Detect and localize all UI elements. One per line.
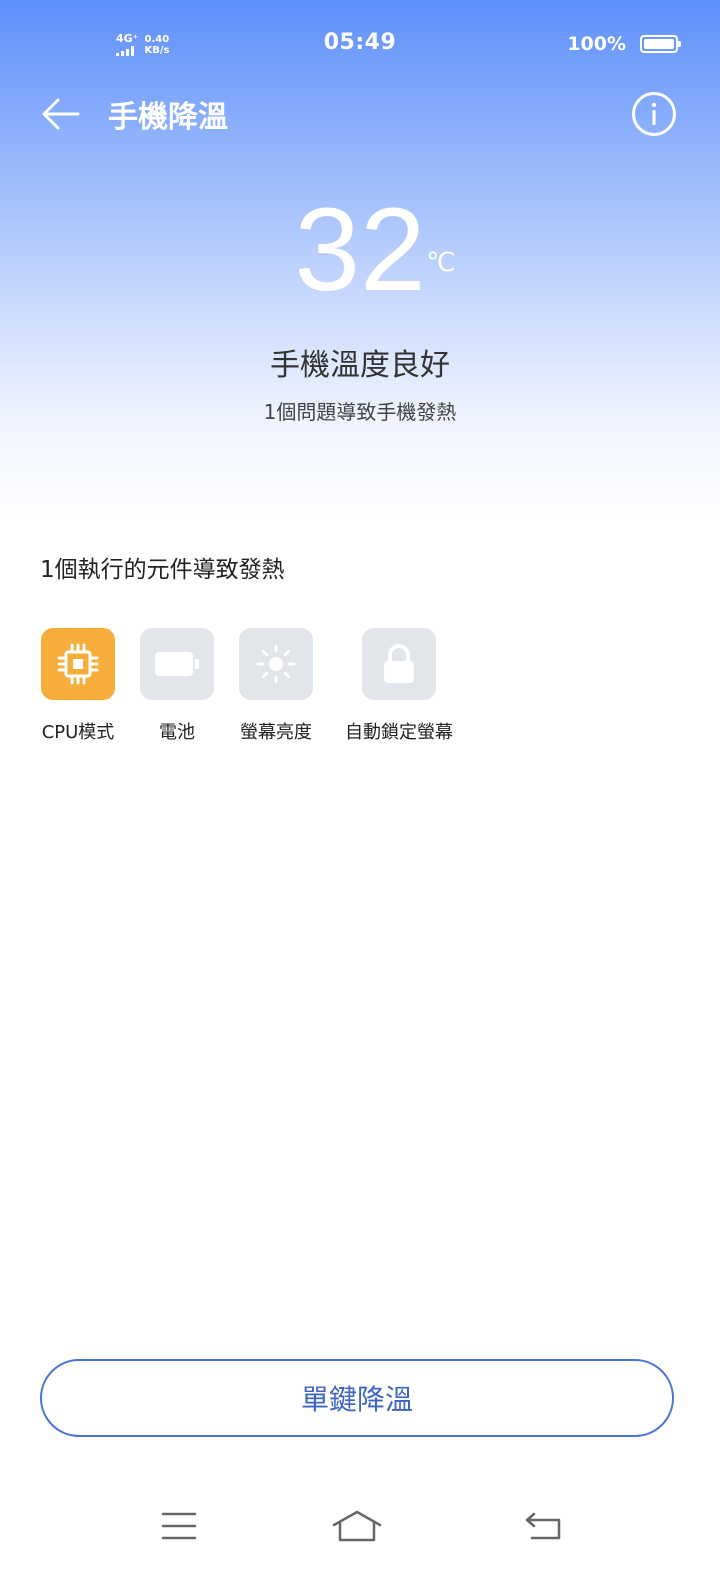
brightness-icon-tile	[239, 628, 313, 700]
temperature-value: 32 ℃	[294, 190, 455, 310]
battery-icon	[155, 652, 199, 676]
brightness-icon	[256, 644, 296, 684]
component-label: CPU模式	[41, 722, 115, 743]
battery-icon-tile	[140, 628, 214, 700]
component-list: CPU模式 電池 螢幕亮度 自動鎖定螢幕	[0, 628, 720, 758]
info-icon	[651, 102, 657, 125]
arrow-left-icon	[42, 98, 80, 130]
temperature-status: 手機溫度良好	[270, 348, 450, 383]
component-auto-lock[interactable]: 自動鎖定螢幕	[339, 628, 459, 744]
one-tap-cool-button[interactable]: 單鍵降溫	[40, 1359, 674, 1437]
back-button[interactable]	[40, 92, 88, 136]
component-label: 電池	[159, 722, 195, 743]
lock-icon	[384, 644, 414, 683]
component-label: 自動鎖定螢幕	[345, 722, 453, 743]
back-nav-button[interactable]	[514, 1504, 574, 1548]
temperature-unit: ℃	[426, 247, 456, 277]
battery-percent: 100%	[567, 33, 626, 55]
causes-title: 1個執行的元件導致發熱	[40, 557, 285, 583]
info-button[interactable]	[632, 92, 676, 136]
temperature-display: 32 ℃	[0, 190, 720, 310]
component-label: 螢幕亮度	[240, 722, 312, 743]
home-button[interactable]	[327, 1504, 387, 1548]
navigation-bar	[0, 1484, 720, 1584]
battery-status-icon	[640, 35, 681, 53]
temperature-subtitle: 1個問題導致手機發熱	[263, 400, 457, 424]
menu-button[interactable]	[149, 1504, 209, 1548]
lock-icon-tile	[362, 628, 436, 700]
component-brightness[interactable]: 螢幕亮度	[216, 628, 336, 744]
menu-icon	[161, 1512, 197, 1540]
return-icon	[525, 1512, 561, 1540]
status-bar: 4G⁺ 0.40 KB/s 05:49 100%	[0, 0, 720, 84]
cpu-icon	[57, 643, 99, 685]
cpu-icon-tile	[41, 628, 115, 700]
temperature-number: 32	[294, 184, 426, 316]
page-title: 手機降溫	[108, 100, 228, 135]
home-icon	[332, 1510, 382, 1542]
